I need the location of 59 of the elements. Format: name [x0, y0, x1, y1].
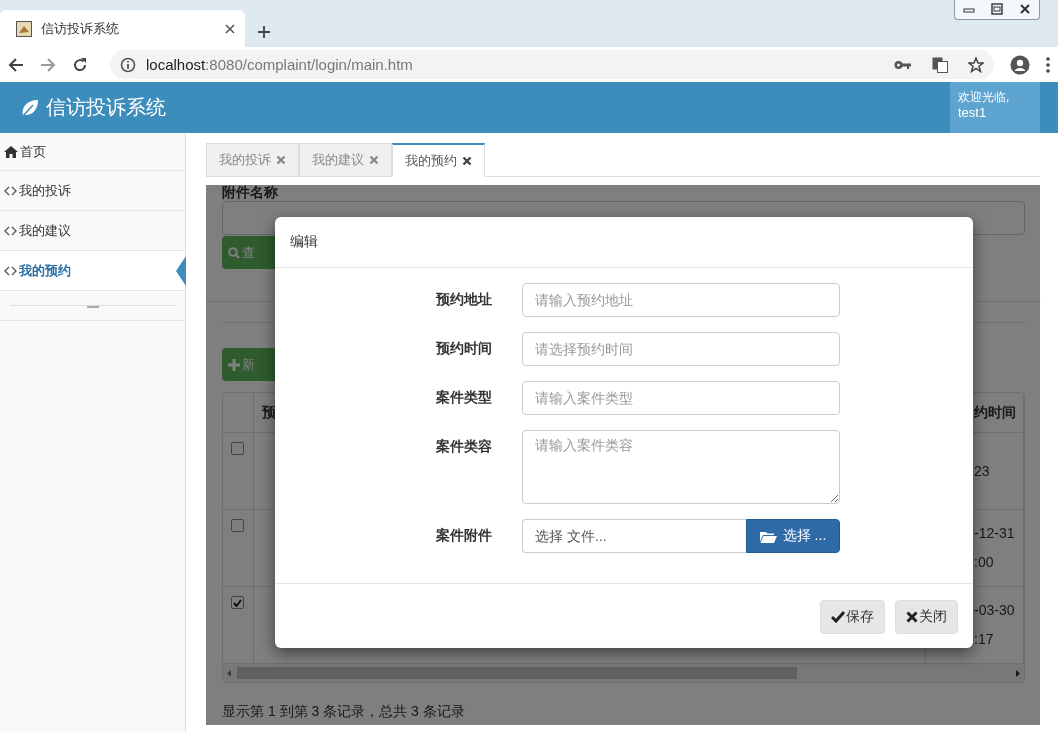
scroll-right-icon[interactable] — [1016, 669, 1020, 677]
folder-icon — [759, 529, 777, 543]
plus-icon — [228, 358, 240, 371]
page-tab[interactable]: 我的预约 — [392, 143, 485, 177]
translate-icon[interactable] — [932, 56, 948, 73]
app-title: 信访投诉系统 — [46, 95, 167, 120]
close-icon[interactable] — [1019, 3, 1031, 15]
pagination-info: 显示第 1 到第 3 条记录，总共 3 条记录 — [222, 703, 466, 721]
scroll-left-icon[interactable] — [227, 669, 231, 677]
close-icon — [906, 611, 918, 623]
username: test1 — [958, 105, 988, 120]
input-field[interactable]: 请输入预约地址 — [522, 283, 840, 317]
favicon-icon — [16, 20, 32, 37]
sidebar-item[interactable]: 我的预约 — [0, 251, 185, 291]
field-label: 附件名称 — [222, 185, 279, 200]
check-icon — [233, 598, 242, 607]
input-field[interactable]: 请输入案件类容 — [522, 430, 840, 504]
row-checkbox[interactable] — [231, 519, 244, 532]
close-icon[interactable] — [462, 155, 472, 166]
account-icon[interactable] — [1010, 54, 1030, 75]
save-button[interactable]: 保存 — [820, 600, 885, 634]
home-icon — [4, 145, 18, 158]
close-button[interactable]: 关闭 — [895, 600, 958, 634]
close-icon[interactable] — [225, 23, 235, 34]
url-text: localhost:8080/complaint/login/main.htm — [146, 56, 414, 73]
star-icon[interactable] — [968, 56, 984, 73]
address-bar[interactable]: localhost:8080/complaint/login/main.htm — [110, 50, 994, 79]
horizontal-scrollbar[interactable] — [223, 664, 1024, 682]
info-icon — [120, 56, 136, 73]
field-label: 预约地址 — [434, 290, 492, 309]
reload-icon[interactable] — [72, 56, 88, 73]
code-icon — [4, 265, 17, 276]
check-icon — [831, 611, 845, 623]
file-name-field[interactable]: 选择 文件... — [522, 519, 746, 553]
row-checkbox[interactable] — [231, 442, 244, 455]
input-field[interactable]: 请选择预约时间 — [522, 332, 840, 366]
maximize-icon[interactable] — [991, 3, 1003, 15]
browse-button[interactable]: 选择 ... — [746, 519, 840, 553]
active-indicator — [176, 256, 186, 286]
plus-icon[interactable] — [257, 25, 271, 39]
forward-arrow-icon[interactable] — [40, 56, 56, 73]
browser-tab[interactable]: 信访投诉系统 — [0, 10, 245, 47]
welcome-text: 欢迎光临, — [958, 90, 1011, 105]
dialog-title: 编辑 — [275, 217, 973, 268]
field-label: 预约时间 — [434, 339, 492, 358]
field-label: 案件类型 — [435, 388, 492, 407]
sidebar-item[interactable]: 首页 — [0, 133, 185, 171]
field-label: 案件附件 — [435, 526, 492, 545]
code-icon — [4, 225, 17, 236]
back-arrow-icon[interactable] — [8, 56, 24, 73]
input-field[interactable]: 请输入案件类型 — [522, 381, 840, 415]
field-label: 案件类容 — [435, 437, 492, 456]
row-checkbox[interactable] — [231, 596, 244, 609]
search-icon — [228, 246, 240, 259]
leaf-icon — [20, 97, 40, 118]
sidebar-item[interactable]: 我的投诉 — [0, 171, 185, 211]
code-icon — [4, 185, 17, 196]
menu-icon[interactable] — [1046, 56, 1050, 73]
key-icon[interactable] — [894, 58, 912, 71]
